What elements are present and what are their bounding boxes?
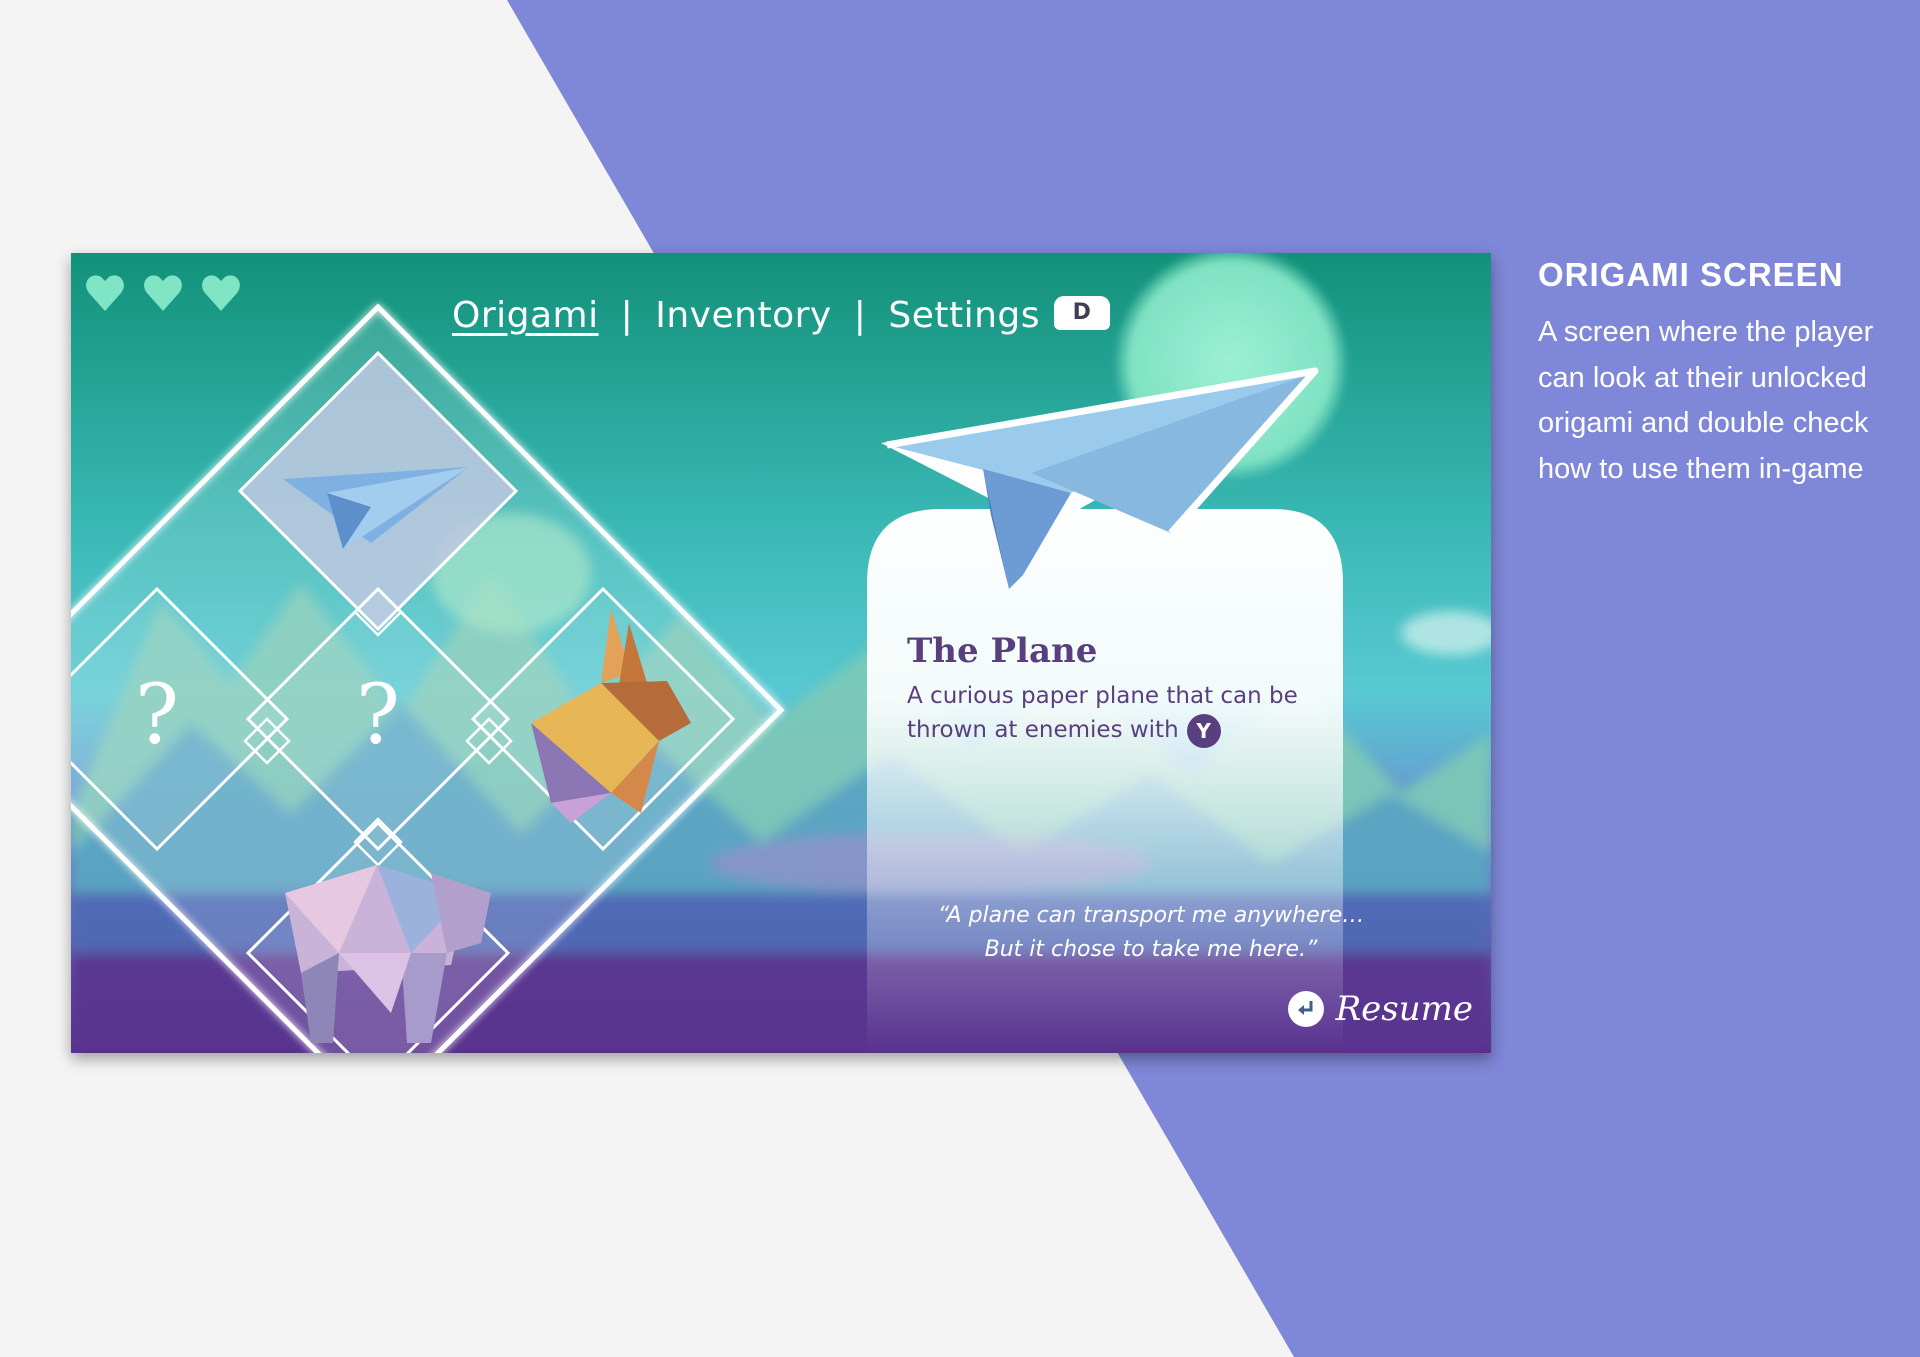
resume-button[interactable]: Resume	[1287, 987, 1473, 1031]
game-screenshot: Origami | Inventory | Settings D ? ? The Plan…	[71, 253, 1491, 1053]
tab-settings[interactable]: Settings	[888, 295, 1040, 336]
origami-title: The Plane	[907, 631, 1098, 671]
origami-description: A curious paper plane that can be thrown…	[907, 679, 1347, 748]
detail-card-content: The Plane A curious paper plane that can…	[907, 631, 1347, 748]
locked-slot-question-1: ?	[135, 668, 179, 763]
slide-title: ORIGAMI SCREEN	[1538, 256, 1844, 293]
quote-line-2: But it chose to take me here.”	[984, 937, 1318, 962]
tab-inventory[interactable]: Inventory	[655, 295, 831, 336]
next-tab-key-d[interactable]: D	[1054, 296, 1110, 330]
quote-line-1: “A plane can transport me anywhere…	[937, 903, 1365, 928]
tab-separator: |	[620, 295, 634, 336]
y-button-icon: Y	[1186, 713, 1221, 748]
tab-origami[interactable]: Origami	[452, 295, 599, 336]
resume-label: Resume	[1335, 989, 1473, 1029]
slide-description: A screen where the player can look at th…	[1538, 316, 1874, 485]
detail-card-background	[867, 509, 1343, 1053]
enter-key-icon	[1287, 991, 1324, 1027]
tab-bar: Origami | Inventory | Settings D	[71, 295, 1491, 336]
tab-separator: |	[853, 295, 867, 336]
locked-slot-question-2: ?	[356, 668, 400, 763]
origami-quote: “A plane can transport me anywhere… But …	[891, 899, 1411, 967]
origami-description-text: A curious paper plane that can be thrown…	[907, 683, 1298, 743]
